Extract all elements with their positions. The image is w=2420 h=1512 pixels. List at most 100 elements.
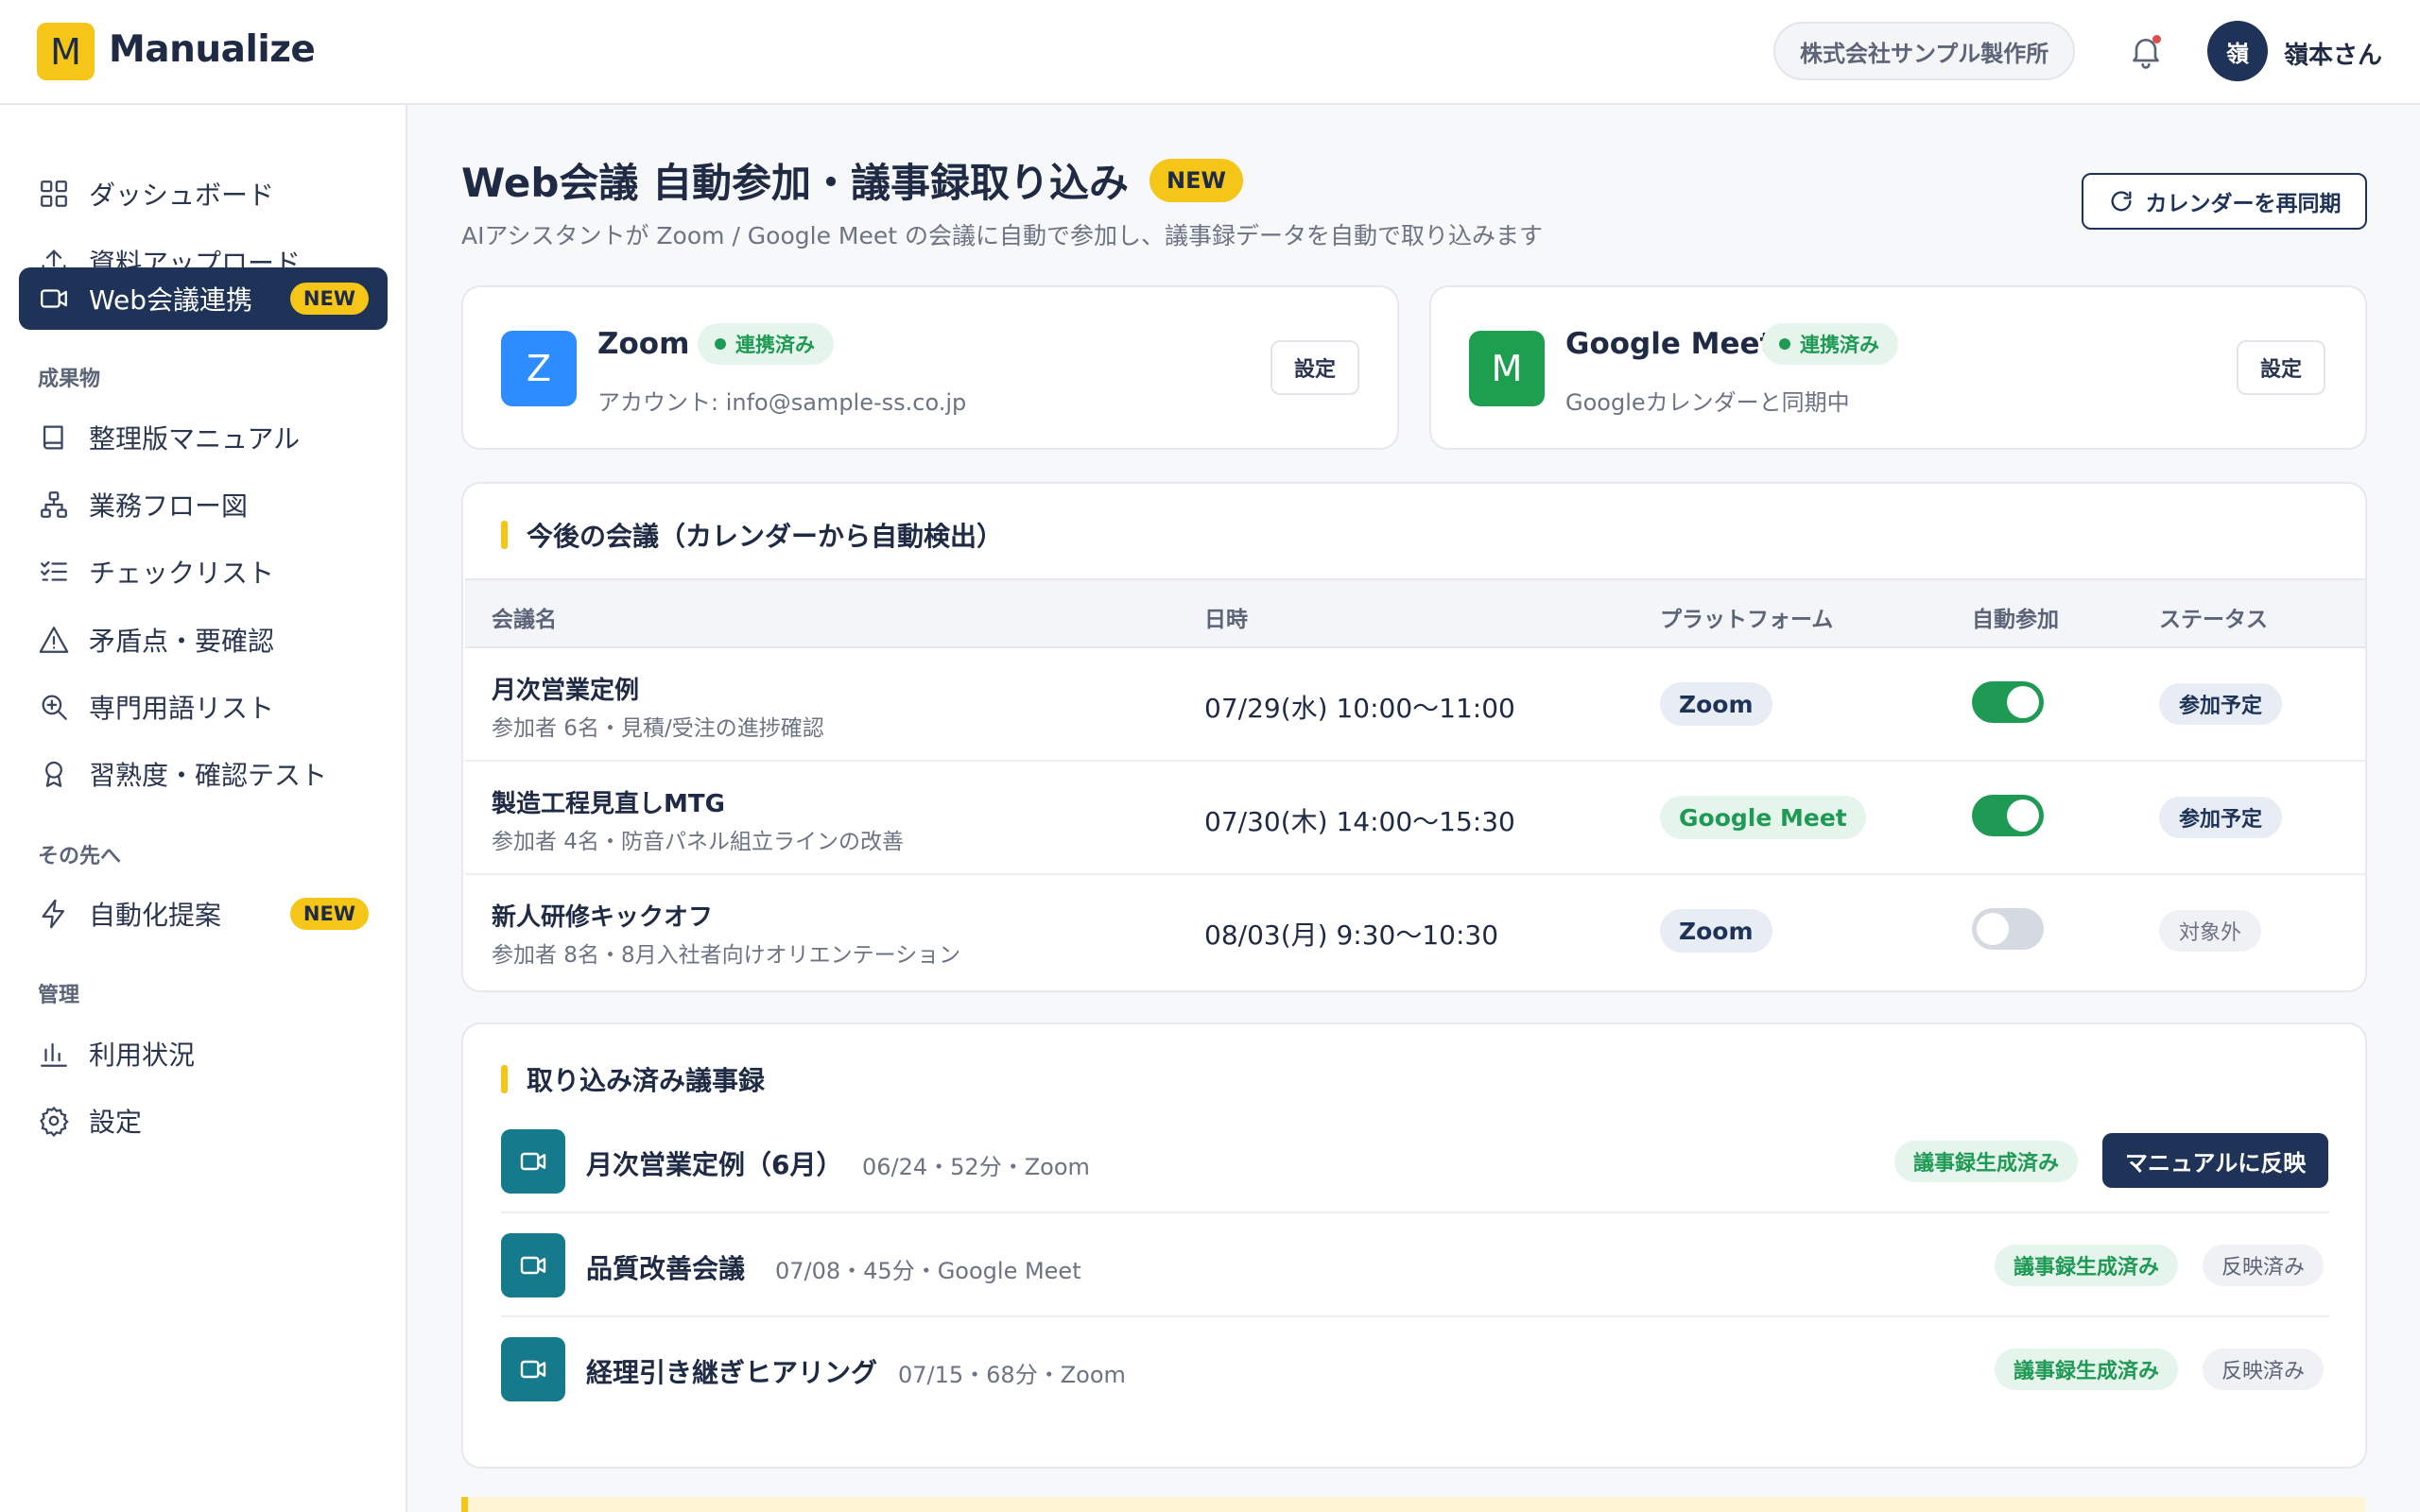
section-title: 取り込み済み議事録 (501, 1060, 765, 1098)
top-header: M Manualize 株式会社サンプル製作所 嶺 嶺本さん (0, 0, 2420, 105)
table-row[interactable]: 新人研修キックオフ 参加者 8名・8月入社者向けオリエンテーション 08/03(… (465, 875, 2365, 988)
notification-dot (2152, 35, 2161, 43)
user-name[interactable]: 嶺本さん (2284, 36, 2382, 71)
auto-join-toggle[interactable] (1972, 795, 2044, 836)
minutes-meta: 07/08・45分・Google Meet (775, 1258, 1081, 1284)
info-banner (461, 1497, 2365, 1512)
table-row[interactable]: 月次営業定例 参加者 6名・見積/受注の進捗確認 07/29(水) 10:00〜… (465, 648, 2365, 762)
sidebar-item-dashboard[interactable]: ダッシュボード (19, 163, 388, 225)
sidebar-item-label: Web会議連携 (89, 284, 253, 316)
meeting-name: 新人研修キックオフ (492, 903, 714, 932)
checklist-icon (41, 560, 67, 581)
meeting-datetime: 07/30(木) 14:00〜15:30 (1204, 806, 1515, 837)
upcoming-meetings-card: 今後の会議（カレンダーから自動検出） 会議名 日時 プラットフォーム 自動参加 … (461, 482, 2367, 992)
section-title-text: 今後の会議（カレンダーから自動検出） (527, 521, 1004, 552)
list-item[interactable]: 品質改善会議 07/08・45分・Google Meet 議事録生成済み 反映済… (501, 1213, 2329, 1317)
meeting-detail: 参加者 8名・8月入社者向けオリエンテーション (492, 943, 961, 968)
page-subtitle: AIアシスタントが Zoom / Google Meet の会議に自動で参加し、… (461, 222, 1543, 249)
flow-icon (41, 491, 67, 518)
sidebar-item-label: 専門用語リスト (89, 693, 275, 724)
company-switcher[interactable]: 株式会社サンプル製作所 (1773, 22, 2076, 80)
sidebar-item-flow[interactable]: 業務フロー図 (19, 473, 388, 536)
table-row[interactable]: 製造工程見直しMTG 参加者 4名・防音パネル組立ラインの改善 07/30(木)… (465, 762, 2365, 875)
sidebar-item-label: チェックリスト (89, 558, 275, 589)
auto-join-toggle[interactable] (1972, 681, 2044, 723)
reflected-badge: 反映済み (2203, 1245, 2325, 1286)
avatar[interactable]: 嶺 (2207, 21, 2268, 81)
sidebar-item-manual[interactable]: 整理版マニュアル (19, 406, 388, 469)
platform-tag: Google Meet (1660, 796, 1866, 839)
sidebar-item-glossary[interactable]: 専門用語リスト (19, 676, 388, 738)
sidebar-item-automation[interactable]: 自動化提案 NEW (19, 883, 388, 945)
resync-label: カレンダーを再同期 (2145, 192, 2342, 216)
meeting-name: 月次営業定例 (492, 677, 640, 705)
page-title: Web会議 自動参加・議事録取り込み NEW (461, 151, 1243, 209)
section-admin: 管理 (38, 984, 80, 1007)
accent-bar (501, 1065, 508, 1093)
page-title-text: Web会議 自動参加・議事録取り込み (461, 160, 1130, 206)
sidebar-item-label: 習熟度・確認テスト (89, 760, 328, 791)
logo-icon: M (37, 23, 95, 80)
award-icon (45, 761, 62, 787)
sidebar-item-checklist[interactable]: チェックリスト (19, 541, 388, 603)
meeting-datetime: 08/03(月) 9:30〜10:30 (1204, 919, 1499, 951)
meeting-name: 製造工程見直しMTG (492, 790, 725, 818)
zoom-settings-button[interactable]: 設定 (1270, 340, 1359, 395)
video-icon (501, 1233, 565, 1297)
meeting-detail: 参加者 6名・見積/受注の進捗確認 (492, 716, 824, 741)
status-badge: 連携済み (698, 323, 834, 365)
platform-desc: アカウント: info@sample-ss.co.jp (597, 389, 967, 416)
meeting-datetime: 07/29(水) 10:00〜11:00 (1204, 693, 1515, 724)
google-meet-icon: M (1469, 331, 1545, 406)
sidebar-item-conflicts[interactable]: 矛盾点・要確認 (19, 609, 388, 671)
platform-tag: Zoom (1660, 682, 1772, 726)
status-badge: 連携済み (1762, 323, 1898, 365)
status-dot (715, 338, 726, 350)
column-header: 会議名 (492, 608, 557, 632)
meeting-detail: 参加者 4名・防音パネル組立ラインの改善 (492, 830, 904, 854)
resync-calendar-button[interactable]: カレンダーを再同期 (2082, 173, 2367, 230)
sidebar-item-label: 設定 (89, 1107, 143, 1138)
sidebar-item-tests[interactable]: 習熟度・確認テスト (19, 743, 388, 805)
sidebar-item-label: 利用状況 (89, 1040, 196, 1071)
new-badge: NEW (289, 283, 369, 315)
status-label: 連携済み (1800, 334, 1879, 356)
video-icon (501, 1337, 565, 1401)
sidebar-item-label: 整理版マニュアル (89, 423, 301, 455)
gear-icon (40, 1106, 69, 1137)
google-meet-settings-button[interactable]: 設定 (2237, 340, 2325, 395)
warning-icon (39, 627, 69, 653)
platform-desc: Googleカレンダーと同期中 (1565, 389, 1850, 416)
column-header: ステータス (2159, 608, 2268, 632)
minutes-title: 経理引き継ぎヒアリング (586, 1357, 878, 1388)
toggle-knob (2007, 686, 2039, 718)
generated-badge: 議事録生成済み (1894, 1141, 2079, 1182)
platform-name: Google Meet (1565, 327, 1774, 361)
new-badge: NEW (289, 898, 369, 930)
minutes-title: 月次営業定例（6月） (586, 1149, 843, 1180)
imported-minutes-card: 取り込み済み議事録 月次営業定例（6月） 06/24・52分・Zoom 議事録生… (461, 1022, 2367, 1469)
platform-tag: Zoom (1660, 909, 1772, 953)
book-icon (43, 425, 63, 450)
dashboard-icon (41, 180, 67, 207)
section-title-text: 取り込み済み議事録 (527, 1065, 766, 1096)
video-icon (501, 1129, 565, 1194)
section-title: 今後の会議（カレンダーから自動検出） (501, 516, 1003, 554)
status-badge: 対象外 (2159, 910, 2262, 952)
sidebar-item-usage[interactable]: 利用状況 (19, 1022, 388, 1085)
list-item[interactable]: 月次営業定例（6月） 06/24・52分・Zoom 議事録生成済み マニュアルに… (501, 1109, 2329, 1213)
sidebar-item-settings[interactable]: 設定 (19, 1090, 388, 1152)
accent-bar (501, 521, 508, 549)
auto-join-toggle[interactable] (1972, 908, 2044, 950)
sidebar-item-label: 自動化提案 (89, 900, 222, 931)
column-header: 自動参加 (1972, 608, 2059, 632)
minutes-meta: 07/15・68分・Zoom (898, 1362, 1126, 1388)
list-item[interactable]: 経理引き継ぎヒアリング 07/15・68分・Zoom 議事録生成済み 反映済み (501, 1317, 2329, 1421)
search-icon (42, 695, 67, 720)
google-meet-card: M Google Meet 連携済み Googleカレンダーと同期中 設定 (1429, 285, 2367, 450)
toggle-knob (2007, 799, 2039, 832)
reflect-to-manual-button[interactable]: マニュアルに反映 (2102, 1133, 2329, 1188)
refresh-icon (2111, 191, 2131, 212)
sidebar-item-web-meeting[interactable]: Web会議連携 NEW (19, 267, 388, 330)
toggle-knob (1977, 913, 2009, 945)
